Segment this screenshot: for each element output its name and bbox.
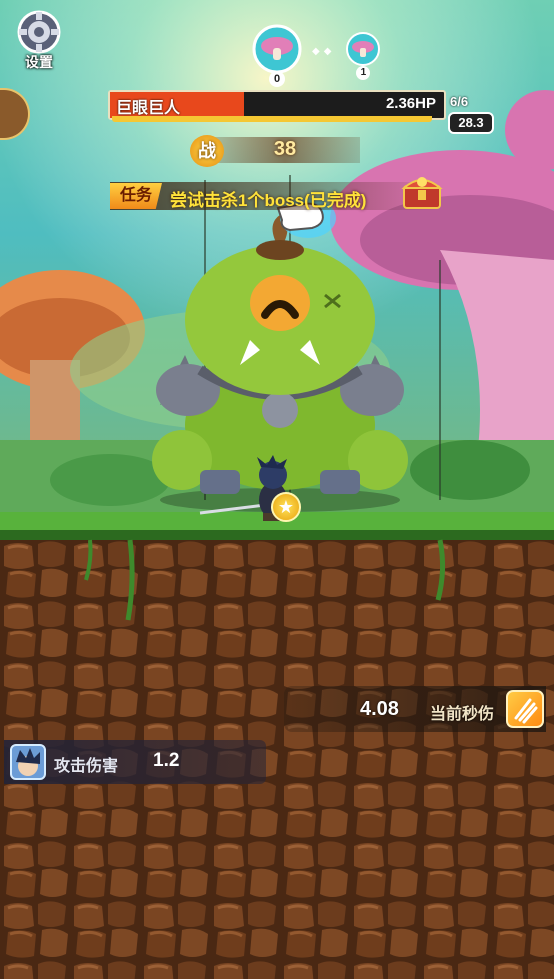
hero-portrait-icon[interactable] [10, 744, 46, 780]
dps-label: 当前秒伤 [430, 706, 495, 723]
hero-swordsman [199, 455, 287, 521]
stage-number: 1 [356, 66, 371, 80]
gear-icon [17, 10, 61, 54]
stage-mushroom-icon [346, 32, 381, 66]
combat-power-value: 38 [273, 138, 297, 160]
stage-badge-next[interactable]: 1 [345, 31, 381, 80]
task-tag: 任务 [110, 183, 162, 209]
boss-name: 巨眼巨人 [116, 100, 181, 117]
attack-damage-value: 1.2 [153, 750, 180, 771]
claw-slash-icon[interactable] [506, 690, 544, 728]
dps-value: 4.08 [360, 698, 399, 720]
combat-power-icon: 战 [190, 135, 224, 167]
settings-button[interactable]: 设置 [12, 10, 66, 70]
wave-counter: 6/6 [450, 94, 469, 109]
task-text: 尝试击杀1个boss(已完成) [170, 191, 367, 210]
boss-hp-text: 2.36HP [385, 95, 436, 112]
boss-hp-underline [112, 116, 432, 122]
stage-mushroom-icon [252, 24, 302, 74]
stage-separator: ◆◆ [312, 46, 336, 57]
star-coin-icon[interactable]: ★ [271, 492, 301, 522]
boss-timer: 28.3 [448, 112, 494, 134]
stage-progress: 0 ◆◆ 1 [252, 24, 381, 87]
treasure-chest-icon[interactable] [400, 170, 444, 212]
settings-label: 设置 [25, 54, 53, 70]
attack-damage-label: 攻击伤害 [54, 758, 119, 775]
stage-badge-current[interactable]: 0 [252, 24, 302, 87]
stage-number: 0 [269, 71, 285, 87]
